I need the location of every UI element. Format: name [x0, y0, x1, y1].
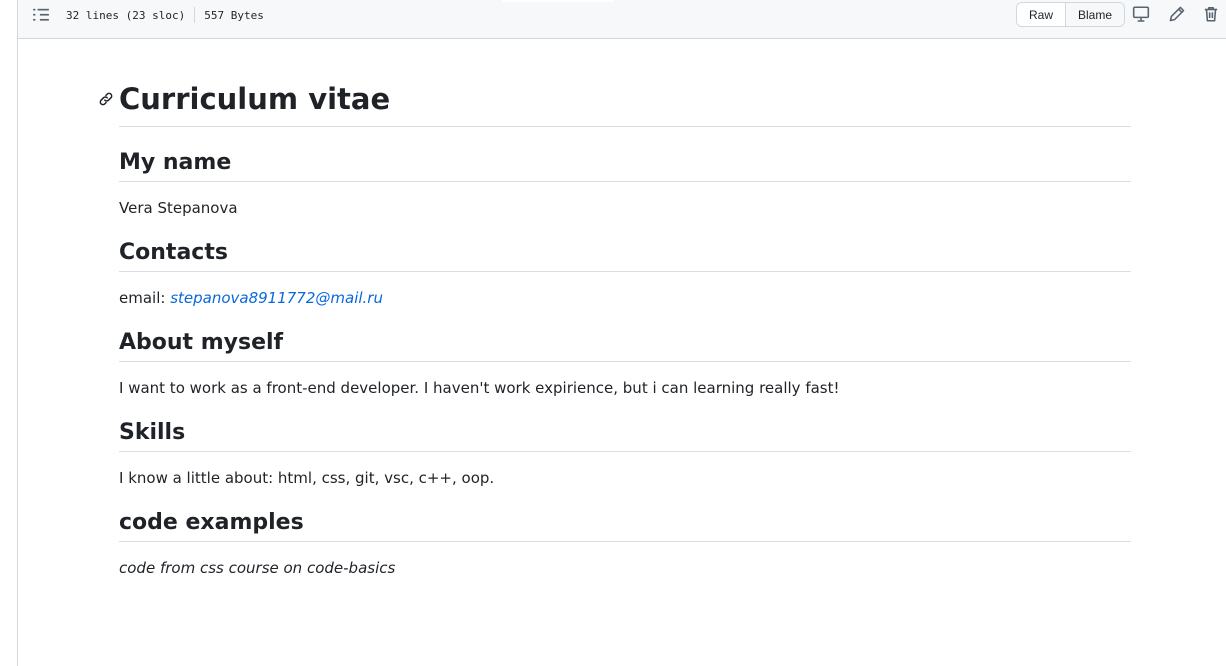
file-viewer: 32 lines (23 sloc) 557 Bytes Raw Blame C…: [17, 0, 1226, 666]
trash-icon[interactable]: [1202, 5, 1220, 23]
tab-indicator: [502, 0, 614, 2]
email-label: email:: [119, 289, 171, 307]
file-info: 32 lines (23 sloc) 557 Bytes: [66, 7, 264, 23]
file-lines: 32 lines (23 sloc): [66, 8, 186, 22]
readme-title: Curriculum vitae: [99, 80, 1131, 127]
section-heading-contacts: Contacts: [119, 239, 1131, 272]
section-text-contacts: email: stepanova8911772@mail.ru: [119, 287, 1131, 309]
section-heading-skills: Skills: [119, 419, 1131, 452]
readme-content: Curriculum vitae My name Vera Stepanova …: [99, 80, 1131, 599]
file-header: 32 lines (23 sloc) 557 Bytes Raw Blame: [18, 0, 1226, 39]
readme-title-text: Curriculum vitae: [119, 82, 391, 116]
section-text-skills: I know a little about: html, css, git, v…: [119, 469, 495, 487]
outline-list-icon[interactable]: [32, 6, 50, 24]
section-text-code-examples: code from css course on code-basics: [119, 559, 396, 577]
email-link[interactable]: stepanova8911772@mail.ru: [170, 289, 383, 307]
section-text-about: I want to work as a front-end developer.…: [119, 379, 840, 397]
section-heading-about: About myself: [119, 329, 1131, 362]
file-size: 557 Bytes: [204, 8, 264, 22]
desktop-icon[interactable]: [1132, 5, 1150, 23]
raw-button[interactable]: Raw: [1017, 3, 1066, 26]
pencil-icon[interactable]: [1168, 5, 1186, 23]
link-anchor-icon[interactable]: [98, 91, 114, 107]
view-button-group: Raw Blame: [1016, 2, 1126, 27]
section-heading-name: My name: [119, 149, 1131, 182]
file-info-divider: [194, 7, 196, 23]
section-heading-code-examples: code examples: [119, 509, 1131, 542]
section-text-name: Vera Stepanova: [119, 199, 238, 217]
blame-button[interactable]: Blame: [1065, 3, 1125, 26]
